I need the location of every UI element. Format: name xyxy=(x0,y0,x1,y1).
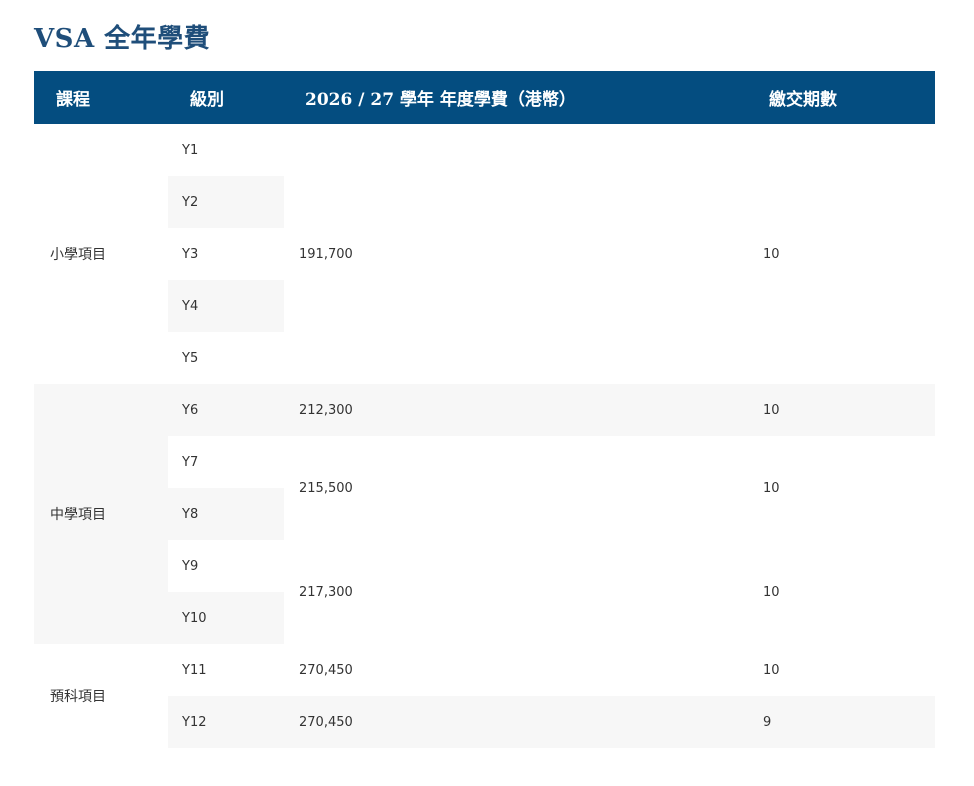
table-row: Y12 270,450 9 xyxy=(34,696,935,748)
header-annual-fee: 2026 / 27 學年 年度學費（港幣） xyxy=(284,71,756,124)
header-level: 級別 xyxy=(168,71,284,124)
page-title: VSA 全年學費 xyxy=(34,24,211,54)
program-prep: 預科項目 xyxy=(34,644,168,748)
fee-cell: 217,300 xyxy=(284,540,756,644)
program-primary: 小學項目 xyxy=(34,124,168,384)
level-cell: Y7 xyxy=(168,436,284,488)
installments-cell: 10 xyxy=(756,540,935,644)
installments-cell: 10 xyxy=(756,384,935,436)
fee-table: 課程 級別 2026 / 27 學年 年度學費（港幣） 繳交期數 小學項目 Y1… xyxy=(34,71,935,748)
fee-cell: 270,450 xyxy=(284,644,756,696)
table-header-row: 課程 級別 2026 / 27 學年 年度學費（港幣） 繳交期數 xyxy=(34,71,935,124)
level-cell: Y1 xyxy=(168,124,284,176)
table-row: 中學項目 Y6 212,300 10 xyxy=(34,384,935,644)
level-cell: Y5 xyxy=(168,332,284,384)
fee-cell: 212,300 xyxy=(284,384,756,436)
fee-cell: 270,450 xyxy=(284,696,756,748)
level-cell: Y11 xyxy=(168,644,284,696)
table-row: Y9 217,300 10 xyxy=(34,540,935,644)
installments-cell: 10 xyxy=(756,124,935,384)
fee-cell: 191,700 xyxy=(284,124,756,384)
installments-cell: 10 xyxy=(756,436,935,540)
level-cell: Y8 xyxy=(168,488,284,540)
table-row: 小學項目 Y1 191,700 10 xyxy=(34,124,935,384)
fee-cell: 215,500 xyxy=(284,436,756,540)
program-secondary: 中學項目 xyxy=(34,384,168,644)
level-cell: Y12 xyxy=(168,696,284,748)
level-cell: Y6 xyxy=(168,384,284,436)
level-cell: Y4 xyxy=(168,280,284,332)
header-program: 課程 xyxy=(34,71,168,124)
header-installments: 繳交期數 xyxy=(756,71,935,124)
level-cell: Y9 xyxy=(168,540,284,592)
level-cell: Y2 xyxy=(168,176,284,228)
installments-cell: 9 xyxy=(756,696,935,748)
table-row: 預科項目 Y11 270,450 10 xyxy=(34,644,935,748)
level-cell: Y10 xyxy=(168,592,284,644)
installments-cell: 10 xyxy=(756,644,935,696)
table-row: Y7 215,500 10 xyxy=(34,436,935,540)
level-cell: Y3 xyxy=(168,228,284,280)
